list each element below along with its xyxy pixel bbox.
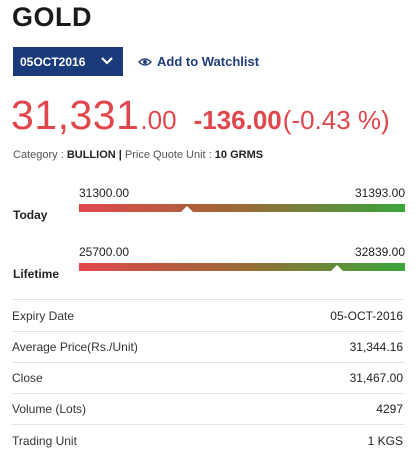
- detail-key: Average Price(Rs./Unit): [12, 340, 138, 354]
- today-range: Today 31300.00 31393.00: [13, 184, 405, 228]
- detail-row: Trading Unit 1 KGS: [12, 425, 405, 455]
- detail-value: 1 KGS: [367, 433, 403, 448]
- lifetime-low: 25700.00: [79, 245, 130, 259]
- add-to-watchlist-link[interactable]: Add to Watchlist: [138, 54, 259, 69]
- detail-value: 4297: [376, 402, 403, 416]
- lifetime-high: 32839.00: [354, 245, 405, 259]
- detail-value: 05-OCT-2016: [330, 309, 403, 323]
- today-low: 31300.00: [79, 186, 130, 200]
- detail-key: Close: [12, 371, 43, 385]
- price-change-percent: (-0.43 %): [282, 105, 390, 135]
- detail-row: Volume (Lots) 4297: [12, 394, 405, 425]
- expiry-select-value: 05OCT2016: [20, 54, 86, 69]
- lifetime-range: Lifetime 25700.00 32839.00: [13, 243, 405, 287]
- contract-details-table: Expiry Date 05-OCT-2016 Average Price(Rs./…: [12, 301, 405, 455]
- detail-value: 31,344.16: [349, 340, 403, 354]
- detail-row: Expiry Date 05-OCT-2016: [12, 301, 405, 332]
- detail-value: 31,467.00: [349, 371, 403, 385]
- today-range-label: Today: [13, 208, 48, 222]
- expiry-date-select[interactable]: 05OCT2016: [13, 47, 123, 76]
- detail-key: Trading Unit: [12, 433, 77, 448]
- detail-key: Expiry Date: [12, 309, 75, 323]
- quote-unit-value: 10 GRMS: [214, 149, 264, 161]
- commodity-title: GOLD: [12, 2, 92, 32]
- last-price-integer: 31,331: [11, 92, 140, 138]
- section-divider: [12, 299, 405, 300]
- quote-unit-label: Price Quote Unit :: [124, 149, 212, 161]
- meta-separator: |: [118, 149, 122, 161]
- chevron-down-icon: [101, 57, 113, 65]
- detail-row: Close 31,467.00: [12, 363, 405, 394]
- category-value: BULLION: [66, 149, 116, 161]
- today-range-bar: [79, 204, 405, 212]
- watchlist-label: Add to Watchlist: [157, 54, 260, 69]
- price-display: 31,331 .00 -136.00 (-0.43 %): [11, 92, 390, 139]
- price-change: -136.00: [193, 105, 282, 135]
- detail-key: Volume (Lots): [12, 402, 87, 416]
- category-label: Category :: [13, 149, 64, 161]
- lifetime-range-bar: [79, 263, 405, 271]
- lifetime-range-marker: [330, 265, 343, 271]
- lifetime-range-label: Lifetime: [13, 267, 60, 281]
- contract-meta: Category : BULLION | Price Quote Unit : …: [13, 149, 263, 161]
- today-range-marker: [180, 206, 193, 212]
- detail-row: Average Price(Rs./Unit) 31,344.16: [12, 332, 405, 363]
- eye-icon: [138, 57, 152, 66]
- last-price-decimal: .00: [140, 105, 177, 135]
- today-high: 31393.00: [354, 186, 405, 200]
